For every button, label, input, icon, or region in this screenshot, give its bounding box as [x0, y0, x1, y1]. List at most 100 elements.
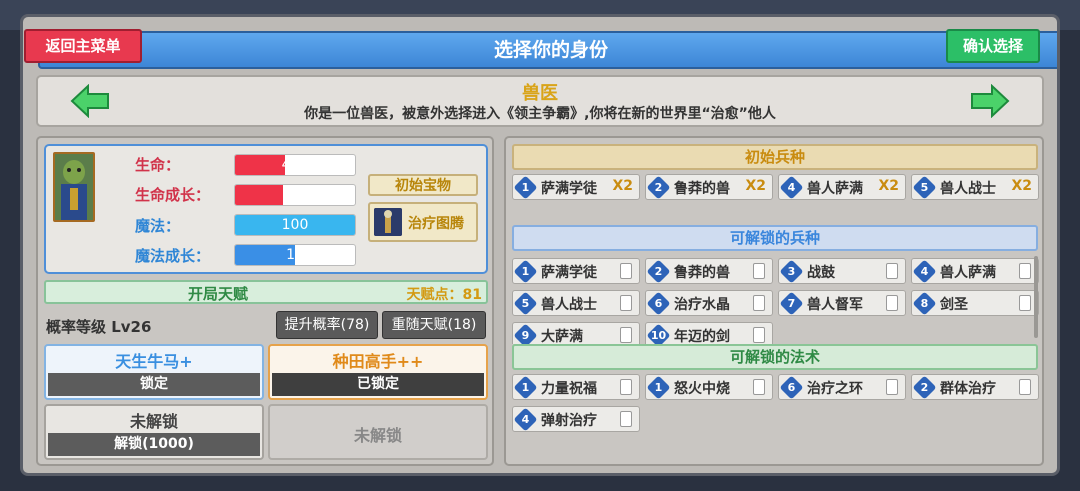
- stat-label-hp-growth: 生命成长：: [135, 186, 211, 204]
- dialog-title: 选择你的身份: [493, 39, 608, 61]
- lock-icon: [620, 263, 632, 279]
- starting-talent-bar: 开局天赋 天赋点：81: [44, 280, 488, 304]
- lock-icon: [1019, 379, 1031, 395]
- unlockable-unit-name: 兽人督军: [807, 297, 863, 313]
- tier-number: 1: [521, 181, 530, 194]
- initial-unit-item[interactable]: 4 兽人萨满 X2: [778, 174, 906, 200]
- tier-number: 4: [920, 265, 929, 278]
- back-to-main-menu-button[interactable]: 返回主菜单: [24, 29, 142, 63]
- tier-number: 8: [920, 297, 929, 310]
- spell-item[interactable]: 1 怒火中烧: [645, 374, 773, 400]
- unlockable-unit-item[interactable]: 5 兽人战士: [512, 290, 640, 316]
- tier-badge-icon: 4: [779, 175, 804, 200]
- spell-name: 力量祝福: [541, 381, 597, 397]
- spell-name: 群体治疗: [940, 381, 996, 397]
- tier-number: 1: [521, 265, 530, 278]
- stat-value-hp: 400: [281, 157, 309, 173]
- tier-number: 1: [654, 381, 663, 394]
- tier-badge-icon: 7: [779, 291, 804, 316]
- tier-badge-icon: 4: [513, 407, 538, 432]
- spell-name: 弹射治疗: [541, 413, 597, 429]
- talent-card-1-lock-button[interactable]: 锁定: [48, 373, 260, 396]
- tier-badge-icon: 6: [779, 375, 804, 400]
- treasure-item[interactable]: 治疗图腾: [368, 202, 478, 242]
- boost-rate-button[interactable]: 提升概率(78): [276, 311, 378, 339]
- lock-icon: [620, 295, 632, 311]
- spell-item[interactable]: 6 治疗之环: [778, 374, 906, 400]
- initial-unit-item[interactable]: 5 兽人战士 X2: [911, 174, 1039, 200]
- lock-icon: [753, 327, 765, 343]
- unlockable-unit-item[interactable]: 6 治疗水晶: [645, 290, 773, 316]
- initial-unit-item[interactable]: 1 萨满学徒 X2: [512, 174, 640, 200]
- treasure-item-name: 治疗图腾: [408, 216, 464, 232]
- role-banner: 兽医 你是一位兽医，被意外选择进入《领主争霸》,你将在新的世界里“治愈”他人: [36, 75, 1044, 127]
- tier-badge-icon: 5: [912, 175, 937, 200]
- reroll-talent-button[interactable]: 重随天赋(18): [382, 311, 486, 339]
- talent-card-3[interactable]: 未解锁 解锁(1000): [44, 404, 264, 460]
- role-name: 兽医: [522, 83, 558, 104]
- stat-value-hp-growth: 40: [286, 187, 304, 203]
- unit-count: X2: [612, 178, 633, 194]
- tier-number: 4: [521, 413, 530, 426]
- unlockable-unit-name: 年迈的剑: [674, 329, 730, 344]
- stat-bar-hp: 400: [234, 154, 356, 176]
- unlockable-unit-item[interactable]: 8 剑圣: [911, 290, 1039, 316]
- tier-number: 10: [650, 329, 667, 342]
- tier-badge-icon: 9: [513, 323, 538, 344]
- lock-icon: [1019, 295, 1031, 311]
- initial-unit-name: 鲁莽的兽: [674, 181, 730, 197]
- unlockable-unit-item[interactable]: 1 萨满学徒: [512, 258, 640, 284]
- tier-badge-icon: 6: [646, 291, 671, 316]
- talent-card-2-locked-button[interactable]: 已锁定: [272, 373, 484, 396]
- starting-talent-title: 开局天赋: [188, 285, 249, 303]
- unlockable-unit-item[interactable]: 4 兽人萨满: [911, 258, 1039, 284]
- spell-item[interactable]: 4 弹射治疗: [512, 406, 640, 432]
- talent-card-2[interactable]: 种田高手++ 已锁定: [268, 344, 488, 400]
- unlockable-units-header: 可解锁的兵种: [512, 225, 1038, 251]
- lock-icon: [620, 327, 632, 343]
- hero-panel: 生命： 400 生命成长： 40 魔法： 100 魔法成长： 10 初始宝物 治…: [36, 136, 494, 466]
- talent-card-3-unlock-button[interactable]: 解锁(1000): [48, 433, 260, 456]
- healing-totem-icon: [374, 208, 402, 236]
- tier-number: 3: [787, 265, 796, 278]
- unlockable-units-scroll[interactable]: 1 萨满学徒 2 鲁莽的兽 3 战鼓 4 兽人萨满 5 兽人战士 6 治疗水晶 7 兽人督军 8 剑圣 9 大萨满…: [506, 256, 1046, 344]
- lock-icon: [620, 411, 632, 427]
- stat-label-hp: 生命：: [135, 156, 181, 174]
- confirm-selection-button[interactable]: 确认选择: [946, 29, 1040, 63]
- unlockable-unit-item[interactable]: 9 大萨满: [512, 322, 640, 344]
- talent-card-1-title: 天生牛马+: [115, 352, 193, 371]
- talent-card-1[interactable]: 天生牛马+ 锁定: [44, 344, 264, 400]
- tier-badge-icon: 1: [646, 375, 671, 400]
- unlockable-unit-item[interactable]: 3 战鼓: [778, 258, 906, 284]
- spell-item[interactable]: 1 力量祝福: [512, 374, 640, 400]
- lock-icon: [1019, 263, 1031, 279]
- tier-number: 2: [654, 181, 663, 194]
- lock-icon: [753, 379, 765, 395]
- unlockable-unit-name: 萨满学徒: [541, 265, 597, 281]
- stat-label-mana-growth: 魔法成长：: [135, 247, 211, 265]
- spell-name: 怒火中烧: [674, 381, 730, 397]
- tier-badge-icon: 2: [646, 175, 671, 200]
- next-role-arrow-icon[interactable]: [970, 84, 1010, 118]
- tier-badge-icon: 1: [513, 259, 538, 284]
- initial-unit-name: 萨满学徒: [541, 181, 597, 197]
- tier-number: 6: [787, 381, 796, 394]
- tier-badge-icon: 10: [646, 323, 671, 344]
- unlockable-unit-item[interactable]: 7 兽人督军: [778, 290, 906, 316]
- tier-badge-icon: 4: [912, 259, 937, 284]
- initial-unit-name: 兽人萨满: [807, 181, 863, 197]
- unlockable-unit-name: 鲁莽的兽: [674, 265, 730, 281]
- unlockable-unit-name: 治疗水晶: [674, 297, 730, 313]
- unlockable-unit-item[interactable]: 10 年迈的剑: [645, 322, 773, 344]
- units-scrollbar[interactable]: [1034, 256, 1038, 338]
- stat-bar-mana: 100: [234, 214, 356, 236]
- unlockable-unit-item[interactable]: 2 鲁莽的兽: [645, 258, 773, 284]
- initial-treasure-header: 初始宝物: [368, 174, 478, 196]
- initial-unit-item[interactable]: 2 鲁莽的兽 X2: [645, 174, 773, 200]
- spell-name: 治疗之环: [807, 381, 863, 397]
- lock-icon: [886, 263, 898, 279]
- talent-card-4-title: 未解锁: [353, 426, 402, 445]
- talent-card-4: 未解锁: [268, 404, 488, 460]
- spell-item[interactable]: 2 群体治疗: [911, 374, 1039, 400]
- initial-units-header: 初始兵种: [512, 144, 1038, 170]
